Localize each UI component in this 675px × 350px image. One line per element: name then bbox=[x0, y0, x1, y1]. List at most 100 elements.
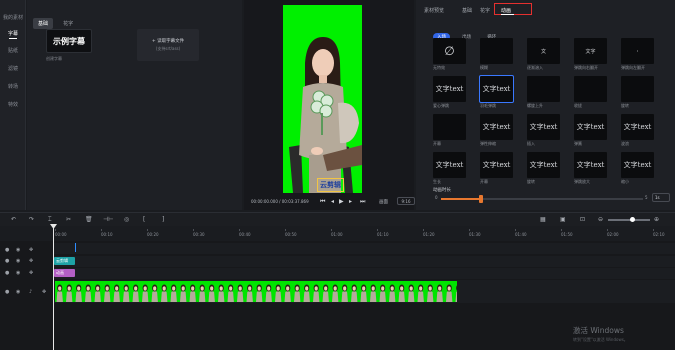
eye-icon[interactable]: ◉ bbox=[16, 269, 20, 278]
nav-item-filter[interactable]: 滤镜 bbox=[0, 65, 26, 72]
tab-basic[interactable]: 基础 bbox=[33, 18, 54, 29]
bracket-left-icon[interactable]: [ bbox=[143, 215, 145, 225]
animation-effect-item[interactable]: 收拢 bbox=[574, 76, 607, 109]
animation-effect-item[interactable]: 文字text 羽毛弹跳 bbox=[479, 75, 514, 109]
effect-preview-tile[interactable] bbox=[621, 76, 654, 102]
nav-item-subtitle[interactable]: 字幕 bbox=[0, 30, 26, 39]
animation-effect-item[interactable]: 文字text 旋转 bbox=[527, 152, 560, 185]
import-subtitle-file-button[interactable]: + 读取字幕文件 (支持srt/ass) bbox=[137, 29, 199, 61]
duration-slider[interactable] bbox=[441, 195, 643, 203]
eye-icon[interactable]: ◉ bbox=[16, 246, 20, 255]
text-lane[interactable] bbox=[53, 243, 675, 254]
animation-effect-item[interactable]: 文字text 插入 bbox=[527, 114, 560, 147]
animation-effect-item[interactable]: ∅ 无特效 bbox=[433, 38, 466, 71]
nav-item-sticker[interactable]: 贴纸 bbox=[0, 47, 26, 54]
move-icon[interactable]: ✥ bbox=[29, 269, 33, 278]
marker-icon[interactable]: ◎ bbox=[124, 215, 129, 225]
effect-preview-tile[interactable]: 文字text bbox=[621, 152, 654, 178]
effect-preview-tile[interactable] bbox=[574, 76, 607, 102]
animation-effect-item[interactable]: 文字text 弹跳放大 bbox=[574, 152, 607, 185]
effect-preview-tile[interactable]: 文字text bbox=[433, 76, 466, 102]
lock-icon[interactable]: ● bbox=[5, 269, 9, 278]
tab-fancy-text[interactable]: 花字 bbox=[58, 18, 78, 29]
effect-preview-tile[interactable]: 文字 bbox=[574, 38, 607, 64]
tab-fancy-props[interactable]: 花字 bbox=[480, 7, 490, 14]
effect-preview-tile[interactable]: 文字text bbox=[480, 152, 513, 178]
tab-basic-props[interactable]: 基础 bbox=[462, 7, 472, 14]
animation-effect-item[interactable]: 文字text 弹簧 bbox=[574, 114, 607, 147]
effect-preview-tile[interactable]: ∅ bbox=[433, 38, 466, 64]
animation-effect-item[interactable]: 文字text 缩小 bbox=[621, 152, 654, 185]
zoom-handle[interactable] bbox=[630, 217, 635, 222]
animation-effect-item[interactable]: 文字text 波浪 bbox=[621, 114, 654, 147]
merge-icon[interactable]: ⊣⊢ bbox=[103, 215, 113, 225]
move-icon[interactable]: ✥ bbox=[29, 246, 33, 255]
playhead[interactable] bbox=[53, 224, 54, 350]
effect-preview-tile[interactable]: 文字text bbox=[480, 114, 513, 140]
animation-effect-item[interactable]: 螺旋上升 bbox=[527, 76, 560, 109]
step-back-icon[interactable]: ◂ bbox=[331, 197, 334, 207]
skip-start-icon[interactable]: ⏮ bbox=[320, 197, 325, 207]
skip-end-icon[interactable]: ⏭ bbox=[360, 197, 365, 207]
step-forward-icon[interactable]: ▸ bbox=[349, 197, 352, 207]
animation-effect-item[interactable]: 文字text 弹性伸缩 bbox=[480, 114, 513, 147]
effect-preview-tile[interactable]: 文字text bbox=[479, 75, 514, 103]
animation-effect-item[interactable]: 模糊 bbox=[480, 38, 513, 71]
redo-icon[interactable]: ↷ bbox=[29, 215, 34, 225]
effect-preview-tile[interactable]: 文字text bbox=[574, 152, 607, 178]
animation-effect-item[interactable]: 文字text 开幕 bbox=[480, 152, 513, 185]
zoom-out-icon[interactable]: ⊖ bbox=[598, 215, 603, 225]
zoom-slider[interactable] bbox=[608, 219, 650, 221]
nav-item-my-assets[interactable]: 我的素材 bbox=[0, 14, 26, 21]
animation-effect-item[interactable]: 开幕 bbox=[433, 114, 466, 147]
effect-preview-tile[interactable]: 文字text bbox=[574, 114, 607, 140]
nav-item-transition[interactable]: 转场 bbox=[0, 83, 26, 90]
animation-clip[interactable]: 动画 bbox=[54, 269, 75, 277]
aspect-ratio-select[interactable]: 9:16 bbox=[397, 197, 415, 205]
layout-icon[interactable]: ▦ bbox=[540, 215, 546, 225]
effect-preview-tile[interactable]: 文 bbox=[527, 38, 560, 64]
video-preview[interactable]: 云剪辑 bbox=[283, 5, 362, 193]
video-clip[interactable] bbox=[55, 281, 457, 302]
cover-button[interactable]: 画面 bbox=[379, 199, 388, 205]
effect-preview-tile[interactable] bbox=[480, 38, 513, 64]
effect-preview-tile[interactable]: : bbox=[621, 38, 654, 64]
fit-icon[interactable]: ⊡ bbox=[580, 215, 585, 225]
effect-preview-tile[interactable]: 文字text bbox=[527, 114, 560, 140]
animation-effect-item[interactable]: 文字 弹跳向右翻开 bbox=[574, 38, 607, 71]
eye-icon[interactable]: ◉ bbox=[16, 288, 20, 297]
animation-effect-item[interactable]: 文字text 爱心弹跳 bbox=[433, 76, 466, 109]
cut-icon[interactable]: ✂ bbox=[66, 215, 71, 225]
timeline-ruler[interactable]: 00:00 00:10 00:20 00:30 00:40 00:50 01:00 01:10… bbox=[0, 229, 675, 240]
zoom-in-icon[interactable]: ⊕ bbox=[654, 215, 659, 225]
lock-icon[interactable]: ● bbox=[5, 246, 9, 255]
split-icon[interactable]: ⌶ bbox=[48, 215, 52, 225]
delete-icon[interactable]: 🗑 bbox=[85, 215, 93, 225]
move-icon[interactable]: ✥ bbox=[29, 257, 33, 266]
lock-icon[interactable]: ● bbox=[5, 257, 9, 266]
effect-preview-tile[interactable] bbox=[433, 114, 466, 140]
effect-preview-tile[interactable]: 文字text bbox=[527, 152, 560, 178]
caption-overlay[interactable]: 云剪辑 bbox=[317, 178, 344, 192]
move-icon[interactable]: ✥ bbox=[42, 288, 46, 297]
duration-input[interactable]: 1s bbox=[652, 193, 670, 202]
animation-lane[interactable]: 动画 bbox=[53, 268, 675, 279]
sample-subtitle-card[interactable]: 示例字幕 bbox=[46, 29, 92, 53]
volume-icon[interactable]: ♪ bbox=[29, 288, 32, 297]
effect-preview-tile[interactable] bbox=[527, 76, 560, 102]
image-icon[interactable]: ▣ bbox=[560, 215, 566, 225]
tab-asset-preview[interactable]: 素材预览 bbox=[424, 7, 444, 14]
animation-effect-item[interactable]: : 弹跳向左翻开 bbox=[621, 38, 654, 71]
animation-effect-item[interactable]: 文字text 生长 bbox=[433, 152, 466, 185]
animation-effect-item[interactable]: 文逐渐溶入 bbox=[527, 38, 560, 71]
caption-clip[interactable]: 云剪辑 bbox=[54, 257, 75, 265]
lock-icon[interactable]: ● bbox=[5, 288, 9, 297]
undo-icon[interactable]: ↶ bbox=[11, 215, 16, 225]
effect-preview-tile[interactable]: 文字text bbox=[433, 152, 466, 178]
slider-handle[interactable] bbox=[479, 195, 484, 203]
nav-item-effects[interactable]: 特效 bbox=[0, 101, 26, 108]
eye-icon[interactable]: ◉ bbox=[16, 257, 20, 266]
play-icon[interactable]: ▶ bbox=[339, 197, 344, 207]
caption-lane[interactable]: 云剪辑 bbox=[53, 256, 675, 267]
bracket-right-icon[interactable]: ] bbox=[162, 215, 164, 225]
